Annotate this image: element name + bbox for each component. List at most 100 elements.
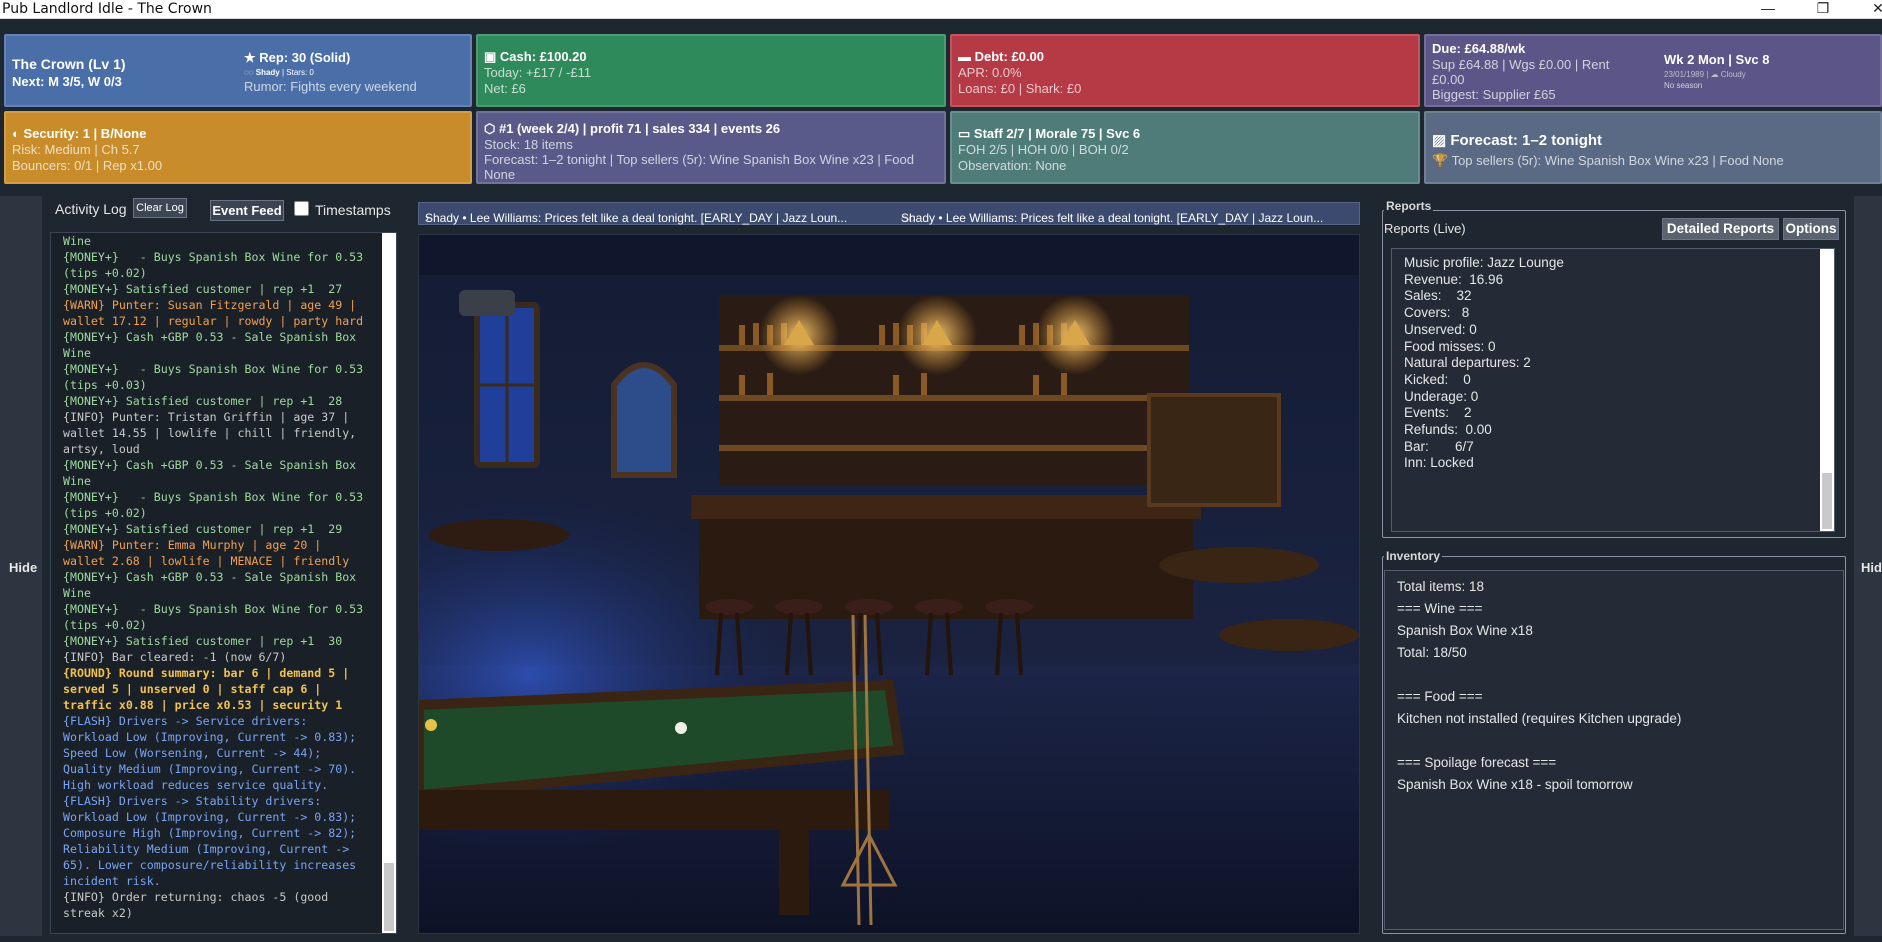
pub-scene[interactable]: [418, 234, 1360, 934]
log-line: Workload Low (Improving, Current -> 0.83…: [63, 810, 357, 824]
title-bar: Pub Landlord Idle - The Crown — ❐ ✕: [0, 0, 1882, 19]
staff-observation: Observation: None: [958, 158, 1067, 173]
security-title: ◐ Security: 1 | B/None: [12, 126, 146, 141]
maximize-button[interactable]: ❐: [1800, 0, 1846, 19]
ranking-panel[interactable]: ⬡ #1 (week 2/4) | profit 71 | sales 334 …: [476, 111, 946, 184]
pub-name: The Crown (Lv 1): [12, 56, 126, 72]
log-line: {INFO} Order returning: chaos -5 (good: [63, 890, 329, 904]
pool-table-body: [419, 790, 889, 830]
log-line: High workload reduces service quality.: [63, 778, 329, 792]
forecast-value: Forecast: 1–2 tonight: [1450, 132, 1603, 149]
cash-today: Today: +£17 / -£11: [484, 65, 592, 80]
log-line: {INFO} Bar cleared: -1 (now 6/7): [63, 650, 287, 664]
log-line: Wine: [63, 234, 91, 248]
right-hide-toggle[interactable]: Hid: [1854, 196, 1882, 936]
reputation-stars: | Stars: 0: [279, 68, 314, 77]
log-line: Wine: [63, 346, 91, 360]
report-line: Revenue: 16.96: [1404, 271, 1504, 287]
log-line: wallet 17.12 | regular | rowdy | party h…: [63, 314, 364, 328]
forecast-panel[interactable]: ▨ Forecast: 1–2 tonight 🏆 Top sellers (5…: [1424, 111, 1882, 184]
report-line: Sales: 32: [1404, 288, 1472, 304]
inventory-line: Spanish Box Wine x18 - spoil tomorrow: [1397, 777, 1633, 792]
pub-panel[interactable]: The Crown (Lv 1) Next: M 3/5, W 0/3 ★ Re…: [4, 34, 472, 107]
debt-panel[interactable]: ▬ Debt: £0.00 APR: 0.0% Loans: £0 | Shar…: [950, 34, 1420, 107]
log-line: {MONEY+} Satisfied customer | rep +1 29: [63, 522, 343, 536]
reports-scrollbar[interactable]: [1820, 249, 1834, 531]
clear-log-button[interactable]: Clear Log: [133, 198, 187, 218]
log-line: {MONEY+} Satisfied customer | rep +1 30: [63, 634, 343, 648]
log-line: Wine: [63, 474, 91, 488]
security-panel[interactable]: ◐ Security: 1 | B/None Risk: Medium | Ch…: [4, 111, 472, 184]
log-line: Composure High (Improving, Current -> 82…: [63, 826, 357, 840]
options-button[interactable]: Options: [1783, 218, 1839, 240]
log-line: Reliability Medium (Improving, Current -…: [63, 842, 350, 856]
arched-door: [611, 362, 677, 478]
inventory-line: Total: 18/50: [1397, 645, 1467, 660]
log-line: (tips +0.02): [63, 506, 147, 520]
pool-ball: [675, 722, 687, 734]
ranking-title: ⬡ #1 (week 2/4) | profit 71 | sales 334 …: [484, 121, 780, 137]
report-line: Food misses: 0: [1404, 338, 1496, 354]
log-line: {FLASH} Drivers -> Service drivers:: [63, 714, 308, 728]
timestamps-checkbox[interactable]: [294, 201, 309, 216]
round-table: [429, 519, 569, 551]
forecast-top-sellers: 🏆 Top sellers (5r): Wine Spanish Box Win…: [1432, 153, 1784, 169]
reports-scroll-thumb[interactable]: [1822, 473, 1832, 529]
log-scrollbar[interactable]: [382, 233, 396, 933]
log-line: Wine: [63, 586, 91, 600]
log-scroll-thumb[interactable]: [384, 863, 394, 931]
ranking-forecast: Forecast: 1–2 tonight | Top sellers (5r)…: [484, 152, 914, 167]
report-line: Kicked: 0: [1404, 371, 1471, 387]
security-bouncers: Bouncers: 0/1 | Rep x1.00: [12, 158, 163, 173]
reputation-sub: ◌◌ Shady | Stars: 0: [244, 68, 314, 77]
inventory-line: === Wine ===: [1397, 601, 1483, 616]
log-line: {MONEY+} Cash +GBP 0.53 - Sale Spanish B…: [63, 570, 357, 584]
inventory-line: Kitchen not installed (requires Kitchen …: [1397, 711, 1682, 726]
ceiling: [419, 235, 1359, 275]
report-line: Covers: 8: [1404, 305, 1470, 321]
pub-next: Next: M 3/5, W 0/3: [12, 74, 122, 89]
log-line: {ROUND} Round summary: bar 6 | demand 5 …: [63, 666, 350, 680]
log-line: Quality Medium (Improving, Current -> 70…: [63, 762, 357, 776]
report-line: Bar: 6/7: [1404, 438, 1474, 454]
security-risk: Risk: Medium | Ch 5.7: [12, 142, 140, 157]
detailed-reports-button[interactable]: Detailed Reports: [1662, 218, 1779, 240]
star-icon: ★: [244, 50, 260, 65]
pool-table-leg: [779, 825, 809, 915]
left-hide-toggle[interactable]: Hide: [0, 196, 42, 936]
reports-list[interactable]: Music profile: Jazz Lounge Revenue: 16.96…: [1391, 248, 1835, 532]
minimize-button[interactable]: —: [1745, 0, 1791, 19]
inventory-list[interactable]: Total items: 18 === Wine === Spanish Box W…: [1384, 570, 1844, 930]
reports-group-title: Reports: [1384, 199, 1434, 213]
staff-panel[interactable]: ▭ Staff 2/7 | Morale 75 | Svc 6 FOH 2/5 …: [950, 111, 1420, 184]
staff-roles: FOH 2/5 | HOH 0/0 | BOH 0/2: [958, 142, 1129, 157]
mask-icon: ◌◌: [244, 68, 256, 77]
activity-log[interactable]: Wine {MONEY+} - Buys Spanish Box Wine for…: [50, 232, 397, 934]
log-line: (tips +0.02): [63, 266, 147, 280]
trophy-icon: 🏆: [1432, 153, 1452, 168]
window-title: Pub Landlord Idle - The Crown: [2, 1, 212, 17]
bar-top: [691, 495, 1201, 519]
ticker-item-text: Shady • Lee Williams: Prices felt like a…: [901, 211, 1324, 225]
staff-title: ▭ Staff 2/7 | Morale 75 | Svc 6: [958, 126, 1140, 142]
due-breakdown-cont: £0.00: [1432, 72, 1465, 87]
pool-ball: [425, 719, 437, 731]
log-line: wallet 14.55 | lowlife | chill | friendl…: [63, 426, 357, 440]
report-line: Unserved: 0: [1404, 321, 1477, 337]
staff-icon: ▭: [958, 126, 974, 141]
log-line: {MONEY+} Cash +GBP 0.53 - Sale Spanish B…: [63, 330, 357, 344]
due-breakdown: Sup £64.88 | Wgs £0.00 | Rent: [1432, 57, 1610, 72]
due-panel[interactable]: Due: £64.88/wk Sup £64.88 | Wgs £0.00 | …: [1424, 34, 1882, 107]
log-line: {MONEY+} - Buys Spanish Box Wine for 0.5…: [63, 362, 364, 376]
log-line: traffic x0.88 | price x0.53 | security 1: [63, 698, 343, 712]
report-line: Music profile: Jazz Lounge: [1404, 255, 1564, 270]
event-feed-button[interactable]: Event Feed: [210, 200, 284, 221]
security-value: Security: 1 | B/None: [23, 126, 147, 141]
close-button[interactable]: ✕: [1855, 0, 1882, 19]
debt-title: ▬ Debt: £0.00: [958, 49, 1044, 64]
cash-panel[interactable]: ▣ Cash: £100.20 Today: +£17 / -£11 Net: …: [476, 34, 946, 107]
log-line: {WARN} Punter: Susan Fitzgerald | age 49…: [63, 298, 357, 312]
stock-count: Stock: 18 items: [484, 137, 573, 152]
ranking-value: #1 (week 2/4) | profit 71 | sales 334 | …: [498, 121, 781, 136]
report-line: Refunds: 0.00: [1404, 422, 1492, 437]
